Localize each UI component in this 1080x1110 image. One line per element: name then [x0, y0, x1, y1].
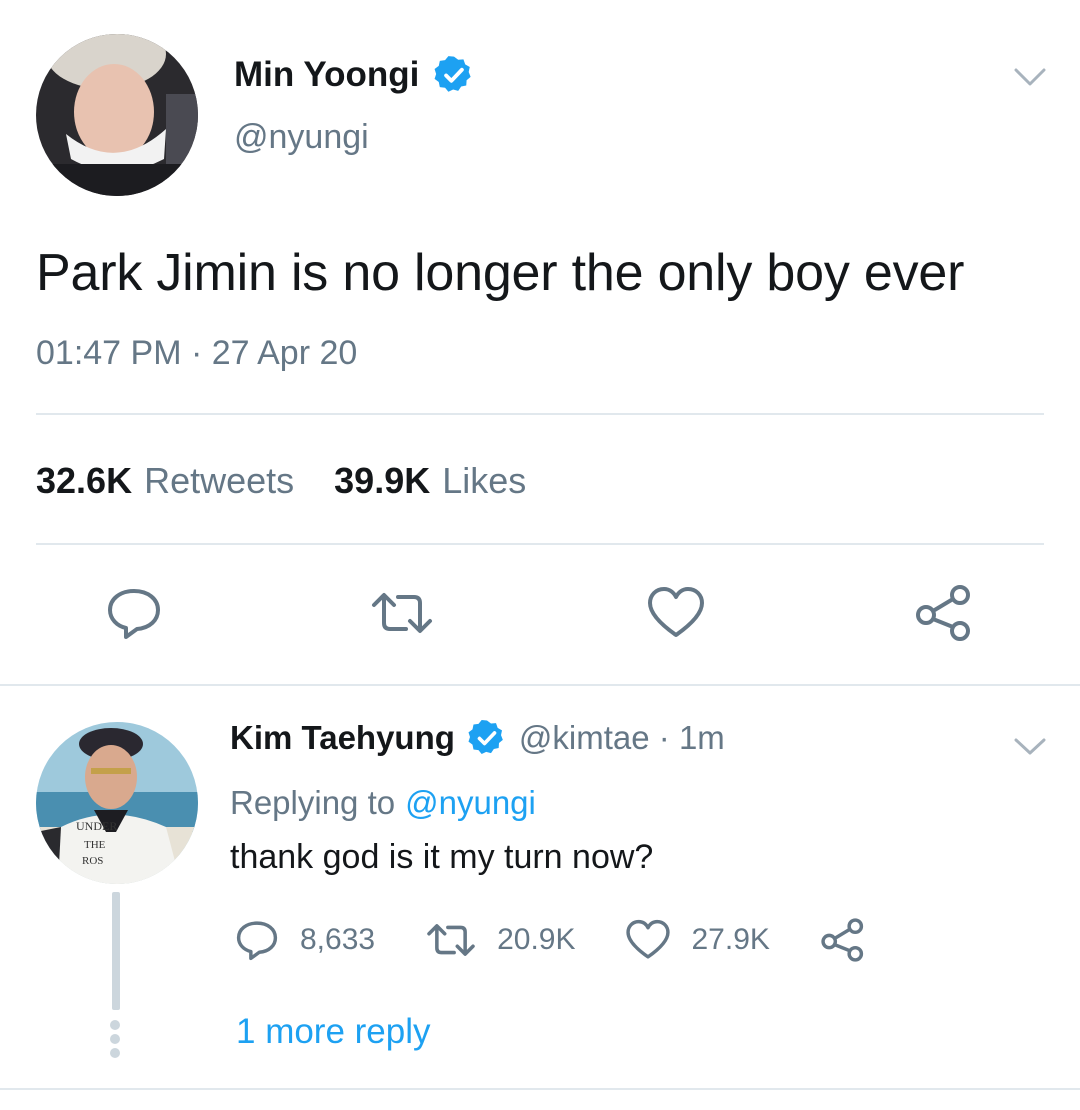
reply-header: Kim Taehyung @kimtae · 1m: [230, 718, 725, 758]
reply-text: thank god is it my turn now?: [230, 838, 654, 876]
reply-icon: [108, 589, 160, 639]
chevron-down-icon[interactable]: [1012, 732, 1048, 760]
divider: [36, 413, 1044, 415]
svg-text:UNDER: UNDER: [76, 819, 117, 833]
retweet-button[interactable]: [370, 585, 432, 641]
thread-dots: [110, 1020, 122, 1062]
reply-like-button[interactable]: 27.9K: [625, 918, 770, 962]
heart-icon: [648, 587, 704, 637]
reply-author-name[interactable]: Kim Taehyung: [230, 719, 455, 757]
chevron-down-icon[interactable]: [1012, 62, 1048, 92]
tweet-text: Park Jimin is no longer the only boy eve…: [36, 244, 965, 302]
verified-badge-icon: [467, 718, 507, 758]
svg-text:THE: THE: [84, 839, 106, 851]
reply-reply-button[interactable]: 8,633: [234, 918, 375, 962]
avatar-kim-taehyung[interactable]: UNDER THE ROS: [36, 722, 198, 884]
avatar-min-yoongi[interactable]: [36, 34, 198, 196]
retweet-count: 20.9K: [497, 923, 576, 956]
likes-stat[interactable]: 39.9K Likes: [334, 460, 526, 502]
thread-line: [112, 892, 120, 1010]
more-replies-link[interactable]: 1 more reply: [236, 1012, 431, 1052]
reply-button[interactable]: [104, 585, 164, 641]
shirt-text-line3: ROS: [82, 855, 103, 867]
share-icon: [916, 585, 970, 641]
reply-retweet-button[interactable]: 20.9K: [425, 918, 575, 962]
divider: [36, 543, 1044, 545]
replying-to-mention-link[interactable]: @nyungi: [405, 784, 536, 821]
share-button[interactable]: [914, 585, 974, 641]
retweet-icon: [372, 593, 432, 633]
author-name-row: Min Yoongi: [234, 54, 475, 96]
retweet-icon: [427, 924, 475, 956]
replying-to-label: Replying to: [230, 784, 396, 821]
tweet-stats: 32.6K Retweets 39.9K Likes: [36, 460, 566, 502]
svg-text:ROS: ROS: [82, 855, 103, 867]
verified-badge-icon: [433, 54, 475, 96]
reply-author-handle-time[interactable]: @kimtae · 1m: [519, 719, 725, 757]
tweet-timestamp: 01:47 PM · 27 Apr 20: [36, 334, 358, 372]
author-display-name[interactable]: Min Yoongi: [234, 55, 419, 95]
shirt-text-line1: UNDER: [76, 819, 117, 833]
reply-actions: 8,633 20.9K 27.9K: [234, 918, 916, 962]
reply-count: 8,633: [300, 923, 376, 956]
share-icon: [821, 918, 864, 962]
divider: [0, 684, 1080, 686]
reply-icon: [236, 921, 278, 961]
retweets-stat[interactable]: 32.6K Retweets: [36, 460, 294, 502]
likes-label: Likes: [442, 460, 527, 501]
reply-share-button[interactable]: [820, 918, 866, 962]
like-count: 27.9K: [691, 923, 770, 956]
retweets-label: Retweets: [144, 460, 295, 501]
replying-to: Replying to @nyungi: [230, 784, 536, 822]
heart-icon: [626, 919, 671, 959]
main-tweet: Min Yoongi @nyungi Park Jimin is no long…: [0, 0, 1080, 686]
shirt-text-line2: THE: [84, 839, 106, 851]
author-handle[interactable]: @nyungi: [234, 118, 369, 157]
like-button[interactable]: [646, 585, 706, 641]
likes-count: 39.9K: [334, 460, 431, 501]
retweets-count: 32.6K: [36, 460, 133, 501]
divider: [0, 1088, 1080, 1090]
